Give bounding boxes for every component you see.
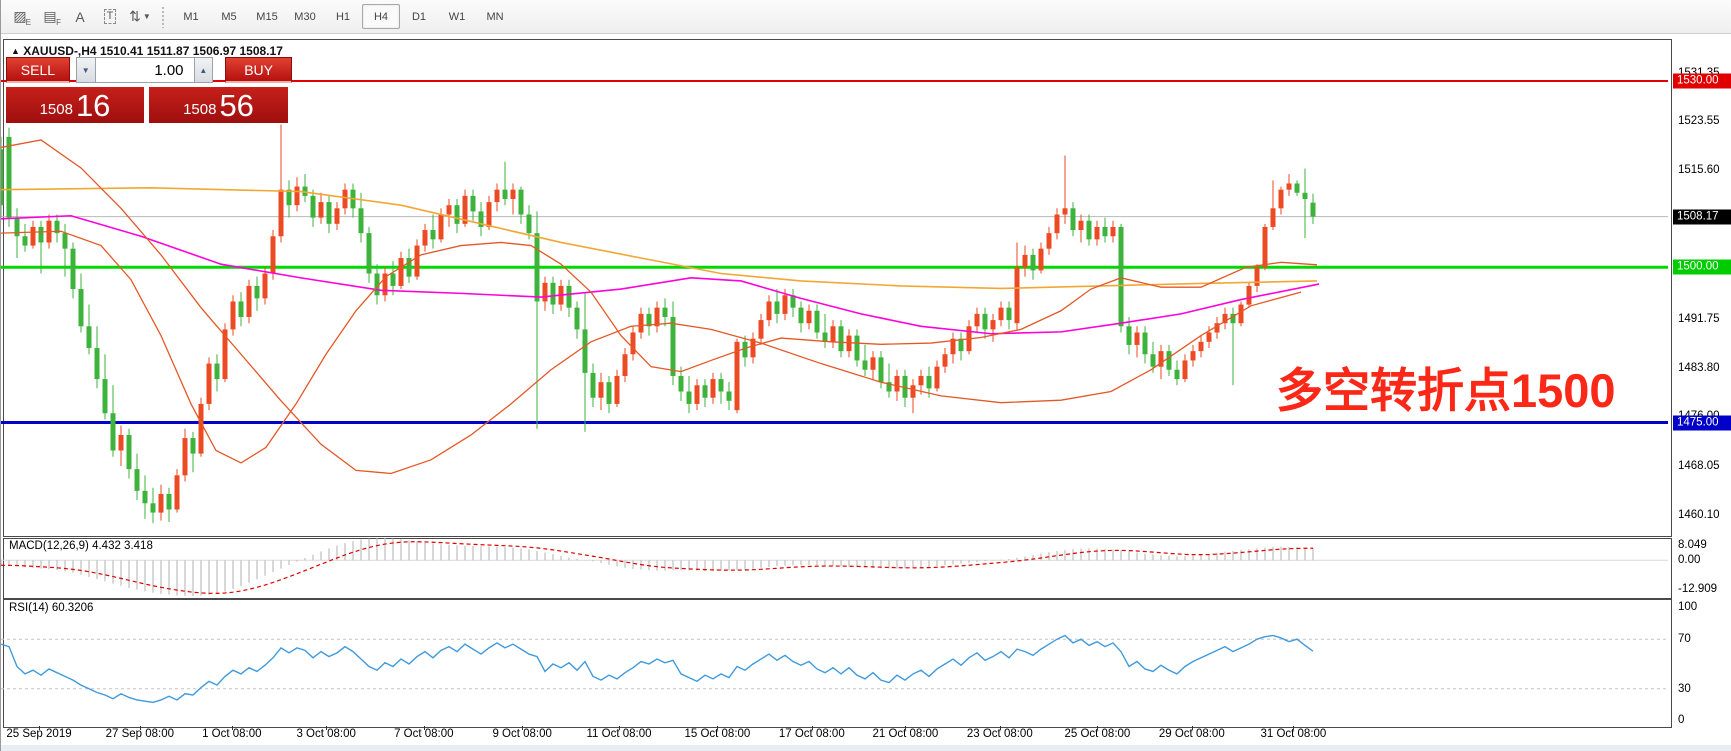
text-label-icon[interactable]: A [65, 4, 95, 29]
sell-button[interactable]: SELL [6, 57, 70, 83]
one-click-trade-panel: SELL ▼ ▲ BUY 1508 16 1508 56 [6, 57, 292, 123]
price-tick-label: 1460.10 [1678, 509, 1720, 521]
macd-label: MACD(12,26,9) 4.432 3.418 [9, 540, 153, 552]
price-badge-1508-17: 1508.17 [1673, 209, 1731, 224]
volume-decrease-button[interactable]: ▼ [76, 57, 96, 83]
date-tick-mark [1293, 726, 1294, 730]
date-tick-mark [232, 726, 233, 730]
date-tick-mark [717, 726, 718, 730]
timeframe-button-h4[interactable]: H4 [362, 4, 400, 29]
macd-min-label: -12.909 [1678, 583, 1717, 595]
dropdown-caret-icon[interactable]: ▼ [143, 12, 151, 21]
chart-ohlc-header: ▲ XAUUSD-,H4 1510.41 1511.87 1506.97 150… [11, 44, 283, 58]
date-tick-mark [1000, 726, 1001, 730]
date-tick-mark [1097, 726, 1098, 730]
bid-price-pips: 16 [76, 90, 110, 121]
volume-input[interactable] [96, 57, 194, 83]
collapse-quote-icon[interactable]: ▲ [11, 46, 20, 56]
timeframe-button-m30[interactable]: M30 [286, 4, 324, 29]
price-badge-1530-00: 1530.00 [1673, 74, 1731, 89]
price-tick-label: 1491.75 [1678, 313, 1720, 325]
symbol-period-label: XAUUSD-,H4 [23, 44, 96, 58]
close-value: 1508.17 [239, 44, 282, 58]
macd-zero-label: 0.00 [1678, 554, 1700, 566]
mt4-window: ▨E▤FAT⇅▼ M1M5M15M30H1H4D1W1MN ▲ XAUUSD-,… [0, 0, 1731, 751]
date-tick-mark [619, 726, 620, 730]
bid-price-stem: 1508 [40, 101, 73, 118]
buy-button[interactable]: BUY [225, 57, 292, 83]
date-tick-mark [326, 726, 327, 730]
date-tick-mark [140, 726, 141, 730]
rsi-label: RSI(14) 60.3206 [9, 602, 93, 614]
price-tick-label: 1523.55 [1678, 115, 1720, 127]
price-tick-label: 1515.60 [1678, 164, 1720, 176]
ask-price-display: 1508 56 [149, 87, 288, 123]
timeframe-button-m1[interactable]: M1 [172, 4, 210, 29]
date-tick-mark [39, 726, 40, 730]
price-badge-1500-00: 1500.00 [1673, 260, 1731, 275]
bid-price-display: 1508 16 [6, 87, 144, 123]
text-tool-icon[interactable]: T [95, 4, 125, 29]
rsi-70-label: 70 [1678, 633, 1691, 645]
price-badge-1475-00: 1475.00 [1673, 415, 1731, 430]
rsi-30-label: 30 [1678, 683, 1691, 695]
drawing-tools-group: ▨E▤FAT⇅▼ [5, 3, 155, 30]
date-tick-mark [424, 726, 425, 730]
toolbar: ▨E▤FAT⇅▼ M1M5M15M30H1H4D1W1MN [1, 0, 1731, 34]
equidistant-channel-icon[interactable]: ▨E [5, 4, 35, 29]
date-tick-mark [522, 726, 523, 730]
rsi-line [1, 635, 1313, 702]
ask-price-stem: 1508 [183, 101, 216, 118]
macd-chart[interactable] [1, 538, 1668, 597]
rsi-0-label: 0 [1678, 714, 1684, 726]
timeframe-button-mn[interactable]: MN [476, 4, 514, 29]
date-tick-mark [905, 726, 906, 730]
toolbar-grip-handle[interactable] [161, 6, 166, 28]
high-value: 1511.87 [147, 44, 190, 58]
timeframe-button-m15[interactable]: M15 [248, 4, 286, 29]
timeframe-group: M1M5M15M30H1H4D1W1MN [151, 3, 514, 30]
timeframe-button-d1[interactable]: D1 [400, 4, 438, 29]
date-tick-mark [812, 726, 813, 730]
timeframe-button-w1[interactable]: W1 [438, 4, 476, 29]
fibonacci-icon[interactable]: ▤F [35, 4, 65, 29]
chart-annotation-text[interactable]: 多空转折点1500 [1276, 364, 1616, 417]
date-tick-mark [1192, 726, 1193, 730]
timeframe-button-m5[interactable]: M5 [210, 4, 248, 29]
macd-max-label: 8.049 [1678, 539, 1707, 551]
timeframe-button-h1[interactable]: H1 [324, 4, 362, 29]
status-strip [1, 745, 1731, 751]
open-value: 1510.41 [100, 44, 143, 58]
timeframe-buttons: M1M5M15M30H1H4D1W1MN [172, 4, 514, 29]
volume-increase-button[interactable]: ▲ [194, 57, 214, 83]
price-tick-label: 1483.80 [1678, 362, 1720, 374]
price-tick-label: 1468.05 [1678, 460, 1720, 472]
ask-price-pips: 56 [219, 90, 253, 121]
rsi-100-label: 100 [1678, 601, 1697, 613]
rsi-chart[interactable] [1, 599, 1668, 726]
low-value: 1506.97 [193, 44, 236, 58]
